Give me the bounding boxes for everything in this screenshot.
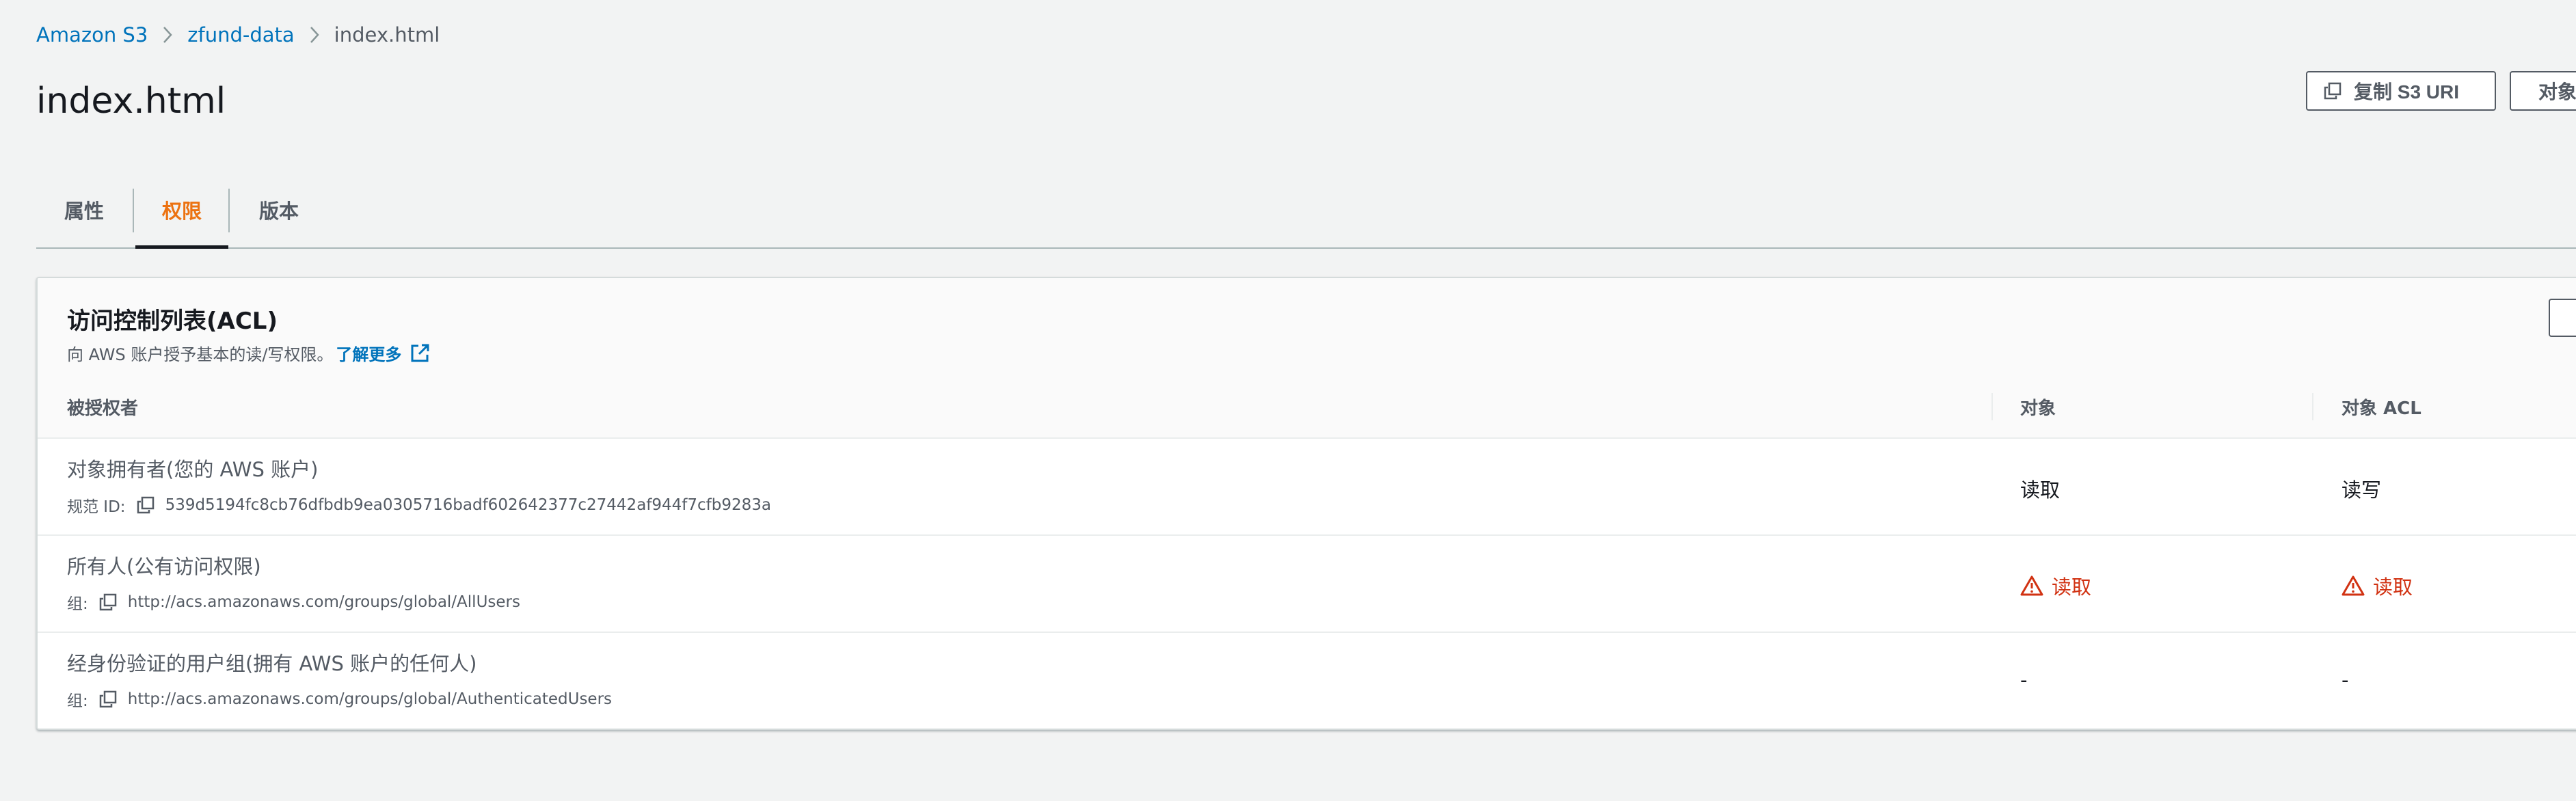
grantee-name: 经身份验证的用户组(拥有 AWS 账户的任何人)	[67, 652, 477, 675]
column-header-grantee: 被授权者	[67, 398, 139, 419]
object-acl-permission: 读写	[2342, 474, 2381, 503]
object-actions-label: 对象	[2538, 81, 2576, 103]
page-title: index.html	[36, 81, 226, 122]
object-acl-permission: 读取	[2342, 571, 2413, 600]
warning-icon	[2342, 575, 2365, 596]
acl-description-text: 向 AWS 账户授予基本的读/写权限。	[67, 345, 334, 364]
acl-description: 向 AWS 账户授予基本的读/写权限。 了解更多	[67, 341, 430, 365]
grantee-group-label: 组:	[67, 595, 88, 613]
object-permission: 读取	[2020, 474, 2060, 503]
object-acl-permission-text: 读取	[2373, 575, 2413, 599]
object-acl-permission-text: 读写	[2342, 478, 2382, 502]
object-permission-text: -	[2020, 668, 2028, 692]
grantee-id-value: 539d5194fc8cb76dfbdb9ea0305716badf602642…	[165, 496, 771, 514]
column-divider	[1991, 393, 1993, 420]
copy-s3-uri-button[interactable]: 复制 S3 URI	[2306, 71, 2496, 111]
tab-bar: 属性 权限 版本	[36, 172, 2576, 249]
breadcrumb-link-s3[interactable]: Amazon S3	[36, 23, 148, 46]
grantee-group-value: http://acs.amazonaws.com/groups/global/A…	[127, 593, 520, 611]
grantee-name: 对象拥有者(您的 AWS 账户)	[67, 458, 319, 481]
edit-button[interactable]	[2549, 299, 2576, 337]
object-permission-text: 读取	[2052, 575, 2092, 599]
learn-more-link[interactable]: 了解更多	[336, 341, 401, 365]
object-actions-button[interactable]: 对象	[2510, 71, 2576, 111]
column-header-object: 对象	[2020, 398, 2056, 419]
chevron-right-icon	[295, 26, 334, 44]
column-divider	[2312, 393, 2313, 420]
grantee-name: 所有人(公有访问权限)	[67, 555, 261, 578]
object-acl-permission-text: -	[2342, 668, 2349, 692]
breadcrumb: Amazon S3 zfund-data index.html	[36, 23, 440, 46]
copy-icon	[2324, 82, 2342, 100]
tab-divider	[133, 189, 134, 232]
breadcrumb-current: index.html	[334, 23, 440, 46]
column-header-object-acl: 对象 ACL	[2342, 398, 2421, 419]
chevron-right-icon	[148, 26, 187, 44]
tab-versions[interactable]: 版本	[231, 172, 327, 247]
copy-s3-uri-label: 复制 S3 URI	[2354, 81, 2460, 103]
grantee-group-label: 组:	[67, 692, 88, 710]
tab-divider	[228, 189, 230, 232]
grantee-id: 规范 ID: 539d5194fc8cb76dfbdb9ea0305716bad…	[67, 493, 771, 517]
tab-permissions[interactable]: 权限	[135, 172, 228, 249]
grantee-group-value: http://acs.amazonaws.com/groups/global/A…	[127, 690, 613, 708]
copy-icon[interactable]	[99, 690, 117, 708]
table-row: 对象拥有者(您的 AWS 账户) 规范 ID: 539d5194fc8cb76d…	[38, 439, 2576, 534]
copy-icon[interactable]	[99, 593, 117, 611]
table-row: 经身份验证的用户组(拥有 AWS 账户的任何人) 组: http://acs.a…	[38, 633, 2576, 729]
object-permission-text: 读取	[2020, 478, 2061, 502]
external-link-icon[interactable]	[410, 343, 430, 364]
object-permission: -	[2020, 668, 2027, 692]
warning-icon	[2020, 575, 2043, 596]
breadcrumb-link-bucket[interactable]: zfund-data	[187, 23, 294, 46]
tab-properties[interactable]: 属性	[36, 172, 132, 247]
grantee-group: 组: http://acs.amazonaws.com/groups/globa…	[67, 688, 612, 711]
grantee-group: 组: http://acs.amazonaws.com/groups/globa…	[67, 590, 520, 614]
table-row: 所有人(公有访问权限) 组: http://acs.amazonaws.com/…	[38, 536, 2576, 632]
acl-title: 访问控制列表(ACL)	[67, 308, 278, 335]
object-acl-permission: -	[2342, 668, 2348, 692]
copy-icon[interactable]	[137, 496, 155, 514]
object-permission: 读取	[2020, 571, 2091, 600]
acl-panel: 访问控制列表(ACL) 向 AWS 账户授予基本的读/写权限。 了解更多 被授权…	[36, 277, 2576, 730]
grantee-id-label: 规范 ID:	[67, 498, 126, 516]
